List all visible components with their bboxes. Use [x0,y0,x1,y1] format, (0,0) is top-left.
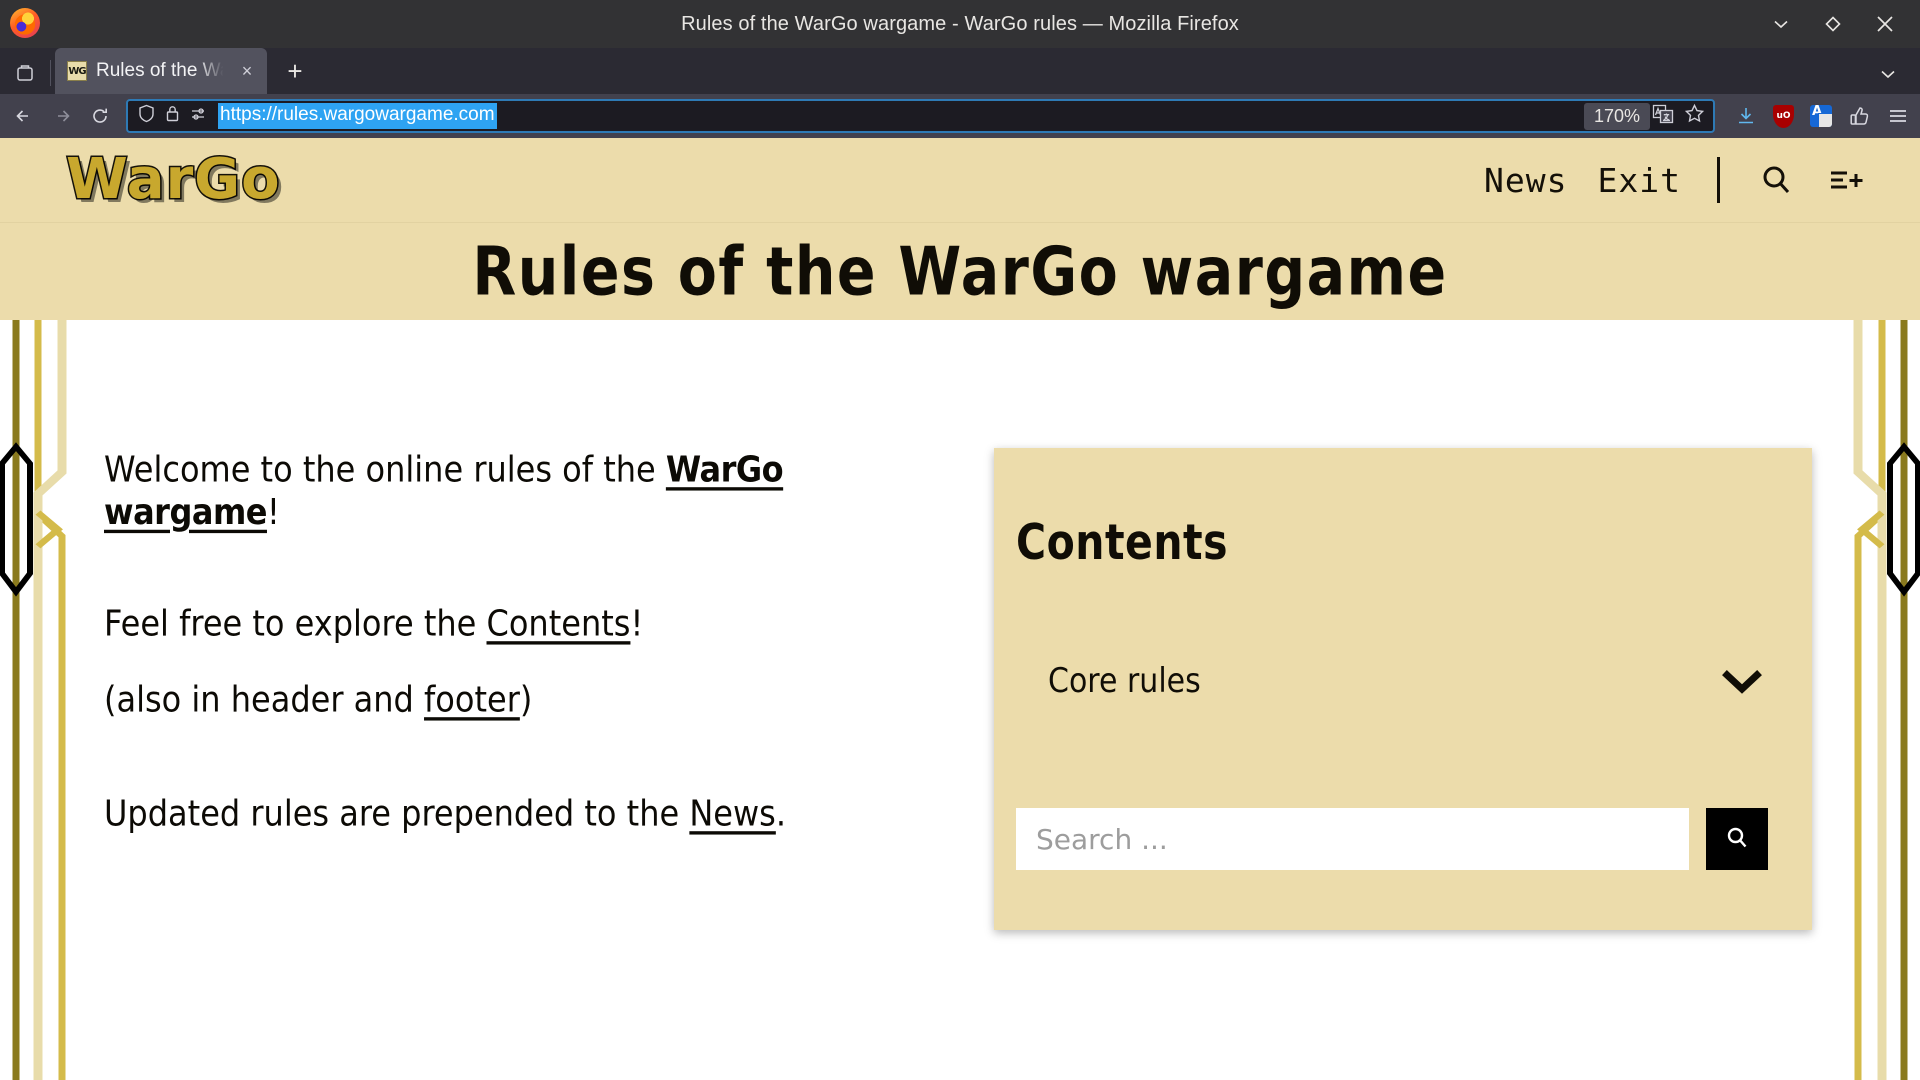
chevron-down-icon[interactable] [1722,669,1768,695]
navigation-toolbar: https://rules.wargowargame.com 170% uO A [0,94,1920,138]
menu-expand-icon[interactable] [1826,160,1868,200]
intro-paragraph-3: (also in header and footer) [104,678,952,721]
search-submit-button[interactable] [1706,808,1768,870]
site-nav: News Exit [1484,157,1868,203]
intro-p4-after: . [775,792,786,835]
intro-p2-before: Feel free to explore the [104,602,487,645]
close-icon[interactable] [1872,11,1898,37]
firefox-logo-icon [10,8,40,38]
application-menu-icon[interactable] [1886,104,1910,128]
search-input[interactable] [1016,808,1689,870]
search-icon[interactable] [1756,160,1796,200]
intro-paragraph-2: Feel free to explore the Contents! [104,602,952,645]
url-bar-identity-icons [128,104,218,128]
right-ornament-rail [1848,320,1920,1080]
nav-link-news[interactable]: News [1484,161,1567,200]
downloads-icon[interactable] [1735,105,1757,127]
contents-panel-title: Contents [1016,513,1229,571]
list-all-tabs-icon[interactable] [4,52,46,94]
translate-extension-icon[interactable] [1810,105,1832,127]
intro-paragraph-4: Updated rules are prepended to the News. [104,792,952,835]
contents-link[interactable]: Contents [487,602,631,645]
new-tab-button[interactable]: + [275,51,315,91]
content-columns: Welcome to the online rules of the WarGo… [72,320,1848,1080]
nav-link-exit[interactable]: Exit [1598,161,1681,200]
toc-item-core-rules[interactable]: Core rules [1016,661,1768,702]
toc-item-label: Core rules [1048,661,1201,702]
pocket-icon[interactable] [1848,105,1870,127]
wargame-rest: wargame [104,490,267,534]
window-title: Rules of the WarGo wargame - WarGo rules… [681,12,1239,35]
extension-toolbar: uO [1723,104,1910,128]
reload-icon[interactable] [82,99,118,133]
page-title: Rules of the WarGo wargame [472,232,1448,311]
site-logo[interactable]: WarGo [65,150,282,209]
window-controls [1768,11,1920,37]
zoom-level-indicator[interactable]: 170% [1583,102,1650,130]
shield-icon[interactable] [138,104,155,128]
page-viewport: WarGo News Exit Rules of the WarGo warga… [0,138,1920,1080]
url-bar[interactable]: https://rules.wargowargame.com 170% [126,99,1715,133]
search-icon [1722,823,1752,856]
intro-p2-after: ! [630,602,644,645]
firefox-window: Rules of the WarGo wargame - WarGo rules… [0,0,1920,1080]
minimize-icon[interactable] [1768,11,1794,37]
tabstrip-divider [50,60,51,86]
site-header: WarGo News Exit [0,138,1920,222]
contents-column: Contents Core rules [952,448,1848,1080]
ublock-origin-icon[interactable]: uO [1773,104,1794,128]
tabstrip-overflow-icon[interactable] [1878,64,1910,94]
news-link[interactable]: News [689,792,775,835]
close-tab-icon[interactable]: × [235,59,259,83]
site-permissions-icon[interactable] [190,105,208,128]
browser-tab[interactable]: Rules of the WarGo wargame × [55,48,267,94]
nav-divider [1717,157,1720,203]
translate-page-icon[interactable] [1652,104,1674,129]
lock-icon[interactable] [165,104,180,128]
intro-p4-before: Updated rules are prepended to the [104,792,690,835]
intro-p1-after: ! [266,490,280,534]
wargo-bold: WarGo [665,448,784,491]
wargo-favicon [67,61,87,81]
url-text[interactable]: https://rules.wargowargame.com [218,103,497,129]
page-body: Welcome to the online rules of the WarGo… [0,320,1920,1080]
intro-p1-before: Welcome to the online rules of the [104,448,666,491]
intro-column: Welcome to the online rules of the WarGo… [72,448,952,1080]
tab-strip: Rules of the WarGo wargame × + [0,48,1920,94]
intro-p3-after: ) [519,678,533,721]
back-icon[interactable] [6,99,42,133]
maximize-icon[interactable] [1820,11,1846,37]
window-titlebar: Rules of the WarGo wargame - WarGo rules… [0,0,1920,48]
page-title-band: Rules of the WarGo wargame [0,222,1920,320]
contents-search-row [1016,808,1768,896]
footer-link[interactable]: footer [424,678,520,721]
url-bar-actions [1652,103,1713,129]
forward-icon[interactable] [44,99,80,133]
intro-paragraph-1: Welcome to the online rules of the WarGo… [104,448,952,533]
left-ornament-rail [0,320,72,1080]
contents-panel: Contents Core rules [994,448,1812,930]
tab-title: Rules of the WarGo wargame [96,60,226,81]
intro-p3-before: (also in header and [104,678,425,721]
bookmark-star-icon[interactable] [1684,103,1705,129]
